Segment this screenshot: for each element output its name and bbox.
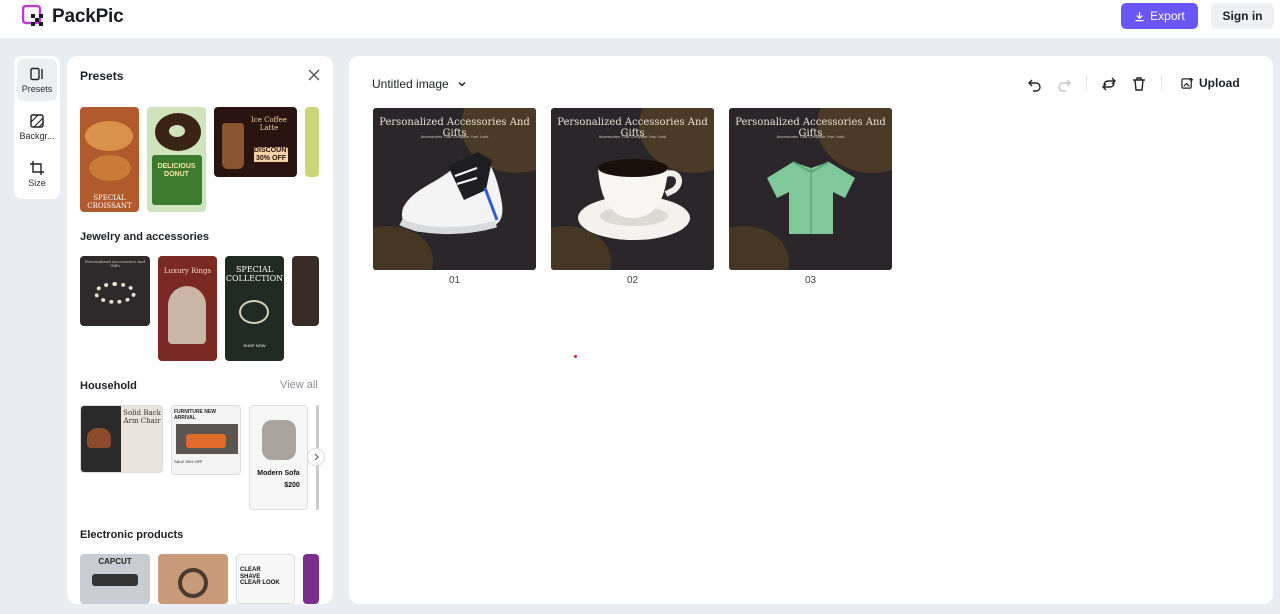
replace-icon[interactable] bbox=[1101, 76, 1117, 92]
thumb-text-capcut: CAPCUT bbox=[98, 557, 132, 566]
card-number: 03 bbox=[804, 275, 817, 286]
preset-croissant[interactable]: SPECIAL CROISSANT bbox=[80, 107, 139, 212]
toolbar-divider bbox=[1086, 75, 1087, 91]
preset-luxury-rings[interactable]: Luxury Rings bbox=[158, 256, 217, 361]
preset-jewelry-partial[interactable] bbox=[292, 256, 319, 326]
chevron-down-icon bbox=[458, 81, 466, 87]
presets-panel: Presets SPECIAL CROISSANT DELICIOUS DONU… bbox=[67, 56, 333, 604]
presets-icon bbox=[29, 67, 43, 80]
thumb-text-special-collection: SPECIAL COLLECTION bbox=[225, 265, 284, 283]
chevron-right-icon bbox=[314, 453, 319, 461]
preset-furniture-arrival[interactable]: FURNITURE NEW ARRIVAL SALE 30% OFF bbox=[171, 405, 241, 475]
thumb-text-modern-sofa: Modern Sofa bbox=[257, 470, 300, 477]
thumb-text-discount: DISCOUNT 30% OFF bbox=[254, 147, 291, 163]
card-subheading: Accessories That Complete Your Look bbox=[598, 134, 667, 139]
preset-special-collection[interactable]: SPECIAL COLLECTION SHOP NOW bbox=[225, 256, 284, 361]
image-card[interactable]: Personalized Accessories And Gifts Acces… bbox=[551, 108, 714, 270]
thumb-text-clear-shave: CLEAR SHAVE CLEAR LOOK bbox=[240, 567, 280, 587]
app-logo[interactable]: PackPic bbox=[21, 4, 124, 29]
preset-clear-shave[interactable]: CLEAR SHAVE CLEAR LOOK bbox=[236, 554, 295, 604]
document-title-dropdown[interactable]: Untitled image bbox=[372, 77, 467, 91]
card-subheading: Accessories That Complete Your Look bbox=[776, 134, 845, 139]
coffee-cup-image bbox=[578, 159, 690, 240]
thumb-text-furniture: FURNITURE NEW ARRIVAL bbox=[174, 409, 216, 421]
export-button[interactable]: Export bbox=[1121, 3, 1198, 29]
app-name: PackPic bbox=[52, 6, 124, 27]
download-icon bbox=[1135, 11, 1144, 21]
document-title: Untitled image bbox=[372, 77, 449, 91]
close-icon[interactable] bbox=[307, 68, 321, 82]
preset-drone[interactable]: CAPCUT bbox=[80, 554, 150, 604]
thumb-text-croissant: SPECIAL CROISSANT bbox=[87, 194, 132, 210]
redo-icon[interactable] bbox=[1056, 76, 1072, 92]
packpic-logo-icon bbox=[21, 4, 46, 29]
image-card[interactable]: Personalized Accessories And Gifts Acces… bbox=[729, 108, 892, 270]
thumb-text-donut: DELICIOUS DONUT bbox=[157, 163, 196, 178]
thumb-text-arm-chair: Solid Back Arm Chair bbox=[123, 409, 161, 425]
rail-label-presets: Presets bbox=[21, 83, 53, 94]
thumb-text-price: $200 bbox=[284, 482, 300, 489]
section-title-jewelry: Jewelry and accessories bbox=[80, 231, 210, 243]
trash-icon[interactable] bbox=[1131, 76, 1147, 92]
preset-donut[interactable]: DELICIOUS DONUT bbox=[147, 107, 206, 212]
section-title-household: Household bbox=[80, 380, 137, 392]
upload-button[interactable]: Upload bbox=[1181, 76, 1240, 90]
preset-electronic-partial[interactable] bbox=[303, 554, 319, 604]
section-title-electronic: Electronic products bbox=[80, 529, 184, 541]
view-all-link[interactable]: View all bbox=[280, 379, 318, 391]
card-number: 02 bbox=[626, 275, 639, 286]
card-number: 01 bbox=[448, 275, 461, 286]
preset-modern-sofa[interactable]: Modern Sofa $200 bbox=[249, 405, 308, 510]
background-icon bbox=[30, 113, 44, 128]
preset-ice-coffee[interactable]: Ice Coffee Latte DISCOUNT 30% OFF bbox=[214, 107, 297, 177]
rail-label-background: Backgr... bbox=[19, 130, 55, 141]
image-card[interactable]: Personalized Accessories And Gifts Acces… bbox=[373, 108, 536, 270]
canvas-area: Untitled image Upload Personalized Acces… bbox=[349, 56, 1273, 604]
rail-label-size: Size bbox=[28, 177, 46, 188]
upload-label: Upload bbox=[1199, 76, 1240, 90]
rail-item-presets[interactable]: Presets bbox=[17, 59, 57, 101]
signin-button[interactable]: Sign in bbox=[1211, 3, 1274, 29]
thumb-text-sale: SALE 30% OFF bbox=[174, 459, 203, 464]
rail-item-size[interactable]: Size bbox=[17, 153, 57, 195]
scroll-right-button[interactable] bbox=[307, 448, 325, 466]
toolbar-divider-2 bbox=[1161, 75, 1162, 91]
shirt-image bbox=[767, 156, 855, 234]
crop-icon bbox=[30, 160, 44, 175]
preset-headphones[interactable] bbox=[158, 554, 228, 604]
thumb-text-luxury-rings: Luxury Rings bbox=[163, 267, 212, 275]
export-label: Export bbox=[1150, 9, 1185, 23]
panel-title: Presets bbox=[80, 69, 124, 83]
upload-image-icon bbox=[1181, 77, 1194, 89]
thumb-text-shop-now: SHOP NOW bbox=[243, 343, 266, 348]
sneaker-image bbox=[399, 152, 503, 234]
tool-rail: Presets Backgr... Size bbox=[14, 56, 60, 199]
cursor-marker bbox=[574, 355, 577, 358]
thumb-text-ice-coffee: Ice Coffee Latte bbox=[251, 116, 287, 132]
preset-arm-chair[interactable]: Solid Back Arm Chair bbox=[80, 405, 163, 473]
rail-item-background[interactable]: Backgr... bbox=[17, 106, 57, 148]
preset-food-partial[interactable] bbox=[305, 107, 319, 177]
top-bar: PackPic Export Sign in bbox=[0, 0, 1280, 38]
thumb-text-accessories: Personalized Accessories And Gifts bbox=[84, 259, 146, 269]
card-subheading: Accessories That Complete Your Look bbox=[420, 134, 489, 139]
undo-icon[interactable] bbox=[1027, 76, 1043, 92]
preset-bracelet[interactable]: Personalized Accessories And Gifts bbox=[80, 256, 150, 326]
